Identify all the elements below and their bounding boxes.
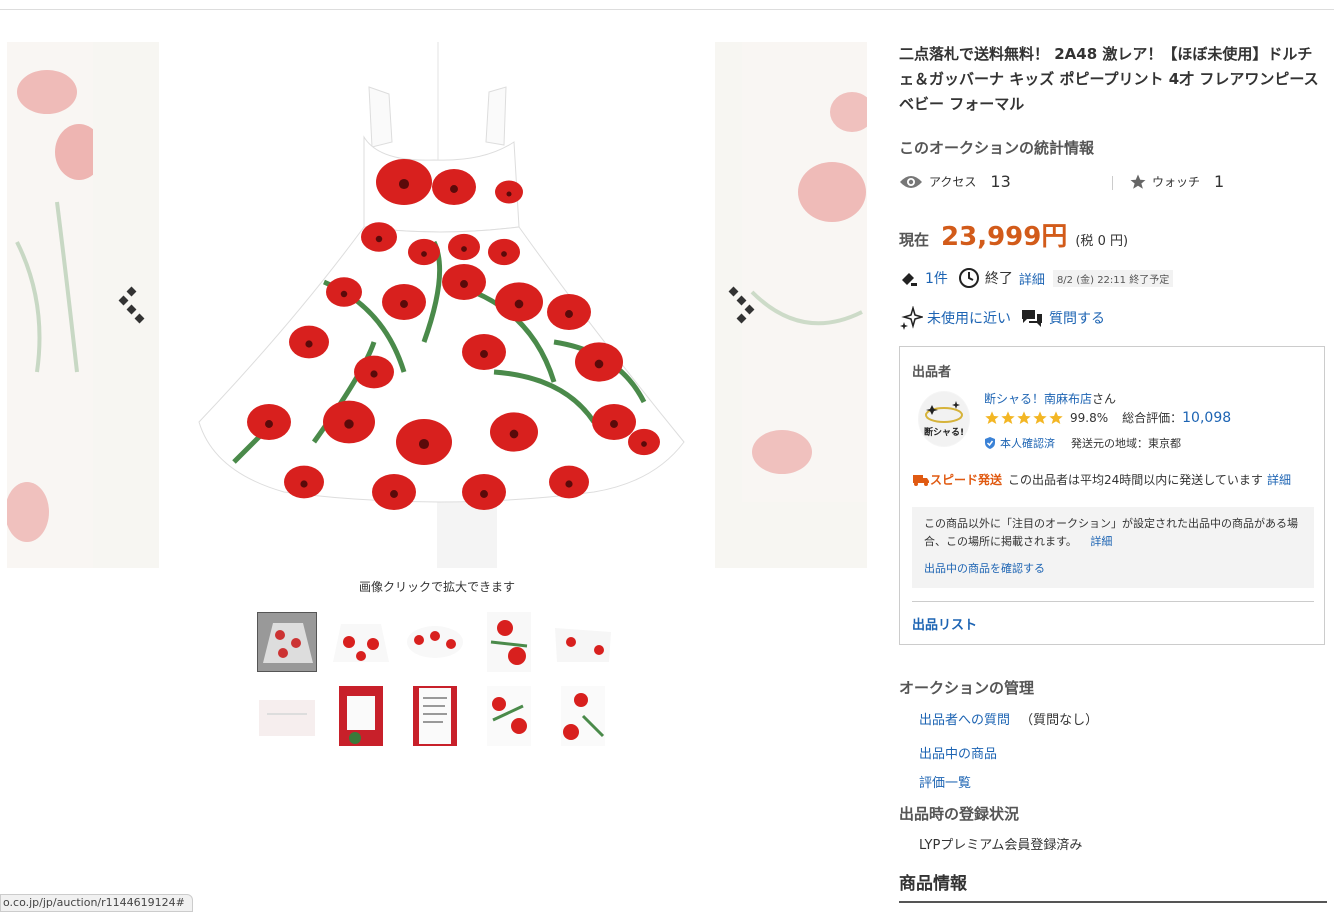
seller-verify-row: 本人確認済 発送元の地域：東京都 — [984, 435, 1181, 451]
thumbnail-2[interactable] — [331, 612, 391, 672]
item-info-panel: 二点落札で送料無料！ 2A48 激レア！【ほぼ未使用】ドルチェ＆ガッバーナ キッ… — [899, 42, 1327, 903]
prev-image-button[interactable] — [116, 286, 146, 326]
rating-star-icon — [985, 410, 999, 424]
management-question-row: 出品者への質問 （質問なし） — [919, 709, 1098, 728]
clock-icon — [958, 268, 979, 288]
item-title: 二点落札で送料無料！ 2A48 激レア！【ほぼ未使用】ドルチェ＆ガッバーナ キッ… — [899, 45, 1319, 113]
management-heading: オークションの管理 — [899, 679, 1035, 697]
current-price: 23,999円 — [941, 222, 1068, 252]
speed-label: スピード発送 — [930, 473, 1003, 487]
price-row: 現在 23,999円 (税 0 円) — [899, 216, 1128, 253]
stats-row: アクセス 13 ウォッチ 1 — [899, 172, 1327, 196]
seller-rating-row: 99.8% 総合評価： 10,098 — [984, 409, 1231, 426]
access-label: アクセス — [929, 175, 977, 189]
thumbnail-8[interactable] — [405, 686, 465, 746]
rating-star-icon — [1001, 410, 1015, 424]
eye-icon — [900, 175, 922, 188]
gavel-icon — [902, 273, 917, 286]
registration-heading: 出品時の登録状況 — [899, 805, 1020, 823]
speed-text: この出品者は平均24時間以内に発送しています — [1008, 473, 1263, 487]
selling-items-link[interactable]: 出品中の商品 — [919, 743, 997, 762]
star-icon — [1130, 174, 1146, 189]
speed-badge: スピード発送 — [912, 471, 1002, 488]
chevron-left-icon — [118, 286, 145, 324]
thumbnail-9[interactable] — [479, 686, 539, 746]
bid-info-row: 1件 終了 詳細 8/2 (金) 22:11 終了予定 — [899, 267, 1174, 289]
rating-star-icon — [1017, 410, 1031, 424]
rating-star-icon — [1033, 410, 1047, 424]
verified-shield-icon — [985, 437, 995, 449]
seller-list-link[interactable]: 出品リスト — [912, 614, 977, 633]
end-detail-link[interactable]: 詳細 — [1019, 269, 1045, 288]
avatar-logo-text: 断シャる! — [924, 426, 964, 438]
dress-illustration — [198, 42, 685, 568]
thumbnail-7[interactable] — [331, 686, 391, 746]
speed-detail-link[interactable]: 詳細 — [1267, 471, 1291, 488]
thumbnail-10[interactable] — [553, 686, 613, 746]
speed-shipping-row: スピード発送 この出品者は平均24時間以内に発送しています 詳細 — [912, 471, 1291, 488]
sparkle-icon — [900, 306, 923, 330]
registration-status: LYPプレミアム会員登録済み — [919, 838, 1083, 853]
view-listings-link[interactable]: 出品中の商品を確認する — [924, 560, 1045, 576]
question-note: （質問なし） — [1020, 713, 1099, 728]
access-stat: アクセス 13 — [899, 172, 1011, 191]
seller-name-link[interactable]: 断シャる！南麻布店 — [984, 392, 1092, 406]
seller-box: 出品者 断シャる! 断シャる！南麻布店さん 99.8% 総合評価： 10,098… — [899, 346, 1325, 645]
bid-count-link[interactable]: 1件 — [925, 268, 948, 288]
main-product-image[interactable] — [174, 42, 700, 568]
ask-question-link[interactable]: 質問する — [1049, 308, 1105, 328]
top-divider — [0, 9, 1334, 10]
chevron-right-icon — [728, 286, 755, 324]
seller-heading: 出品者 — [912, 365, 952, 380]
price-tax: (税 0 円) — [1075, 234, 1129, 249]
total-rating-label: 総合評価： — [1122, 411, 1183, 425]
next-image-button[interactable] — [726, 286, 756, 326]
access-count: 13 — [990, 172, 1011, 191]
reviews-link[interactable]: 評価一覧 — [919, 772, 971, 791]
zoom-caption: 画像クリックで拡大できます — [358, 580, 515, 594]
stats-separator — [1112, 176, 1113, 190]
truck-icon — [913, 474, 929, 486]
product-info-divider — [899, 901, 1327, 903]
thumbnail-3[interactable] — [405, 612, 465, 672]
watch-label: ウォッチ — [1152, 175, 1201, 189]
prev-slide-image — [7, 42, 103, 568]
product-info-heading: 商品情報 — [899, 874, 967, 894]
status-bar-url: o.co.jp/jp/auction/r1144619124# — [0, 894, 193, 912]
rating-stars — [984, 410, 1064, 426]
seller-question-link[interactable]: 出品者への質問 — [919, 713, 1010, 728]
seller-name-suffix: さん — [1092, 392, 1117, 406]
thumbnail-4[interactable] — [479, 612, 539, 672]
next-slide-image — [742, 42, 867, 502]
thumbnail-5[interactable] — [553, 612, 613, 672]
seller-avatar[interactable]: 断シャる! — [918, 391, 970, 447]
thumbnail-1[interactable] — [257, 612, 317, 672]
notice-detail-link[interactable]: 詳細 — [1090, 535, 1112, 548]
price-label: 現在 — [899, 231, 930, 249]
end-time-badge: 8/2 (金) 22:11 終了予定 — [1052, 269, 1174, 287]
end-label: 終了 — [984, 271, 1013, 287]
thumbnail-6[interactable] — [257, 686, 317, 746]
condition-link[interactable]: 未使用に近い — [927, 308, 1011, 328]
ship-region: 発送元の地域：東京都 — [1071, 437, 1181, 450]
watch-stat: ウォッチ 1 — [1129, 172, 1224, 191]
verified-label[interactable]: 本人確認済 — [1000, 435, 1055, 451]
seller-name-line: 断シャる！南麻布店さん — [984, 390, 1116, 407]
stats-heading: このオークションの統計情報 — [899, 139, 1095, 157]
seller-divider — [912, 601, 1314, 602]
condition-row: 未使用に近い 質問する — [899, 306, 1105, 330]
total-rating-link[interactable]: 10,098 — [1182, 410, 1231, 426]
rating-percent: 99.8% — [1070, 410, 1109, 425]
watch-count: 1 — [1214, 172, 1225, 191]
chat-icon — [1022, 310, 1042, 327]
rating-star-icon — [1049, 410, 1063, 424]
